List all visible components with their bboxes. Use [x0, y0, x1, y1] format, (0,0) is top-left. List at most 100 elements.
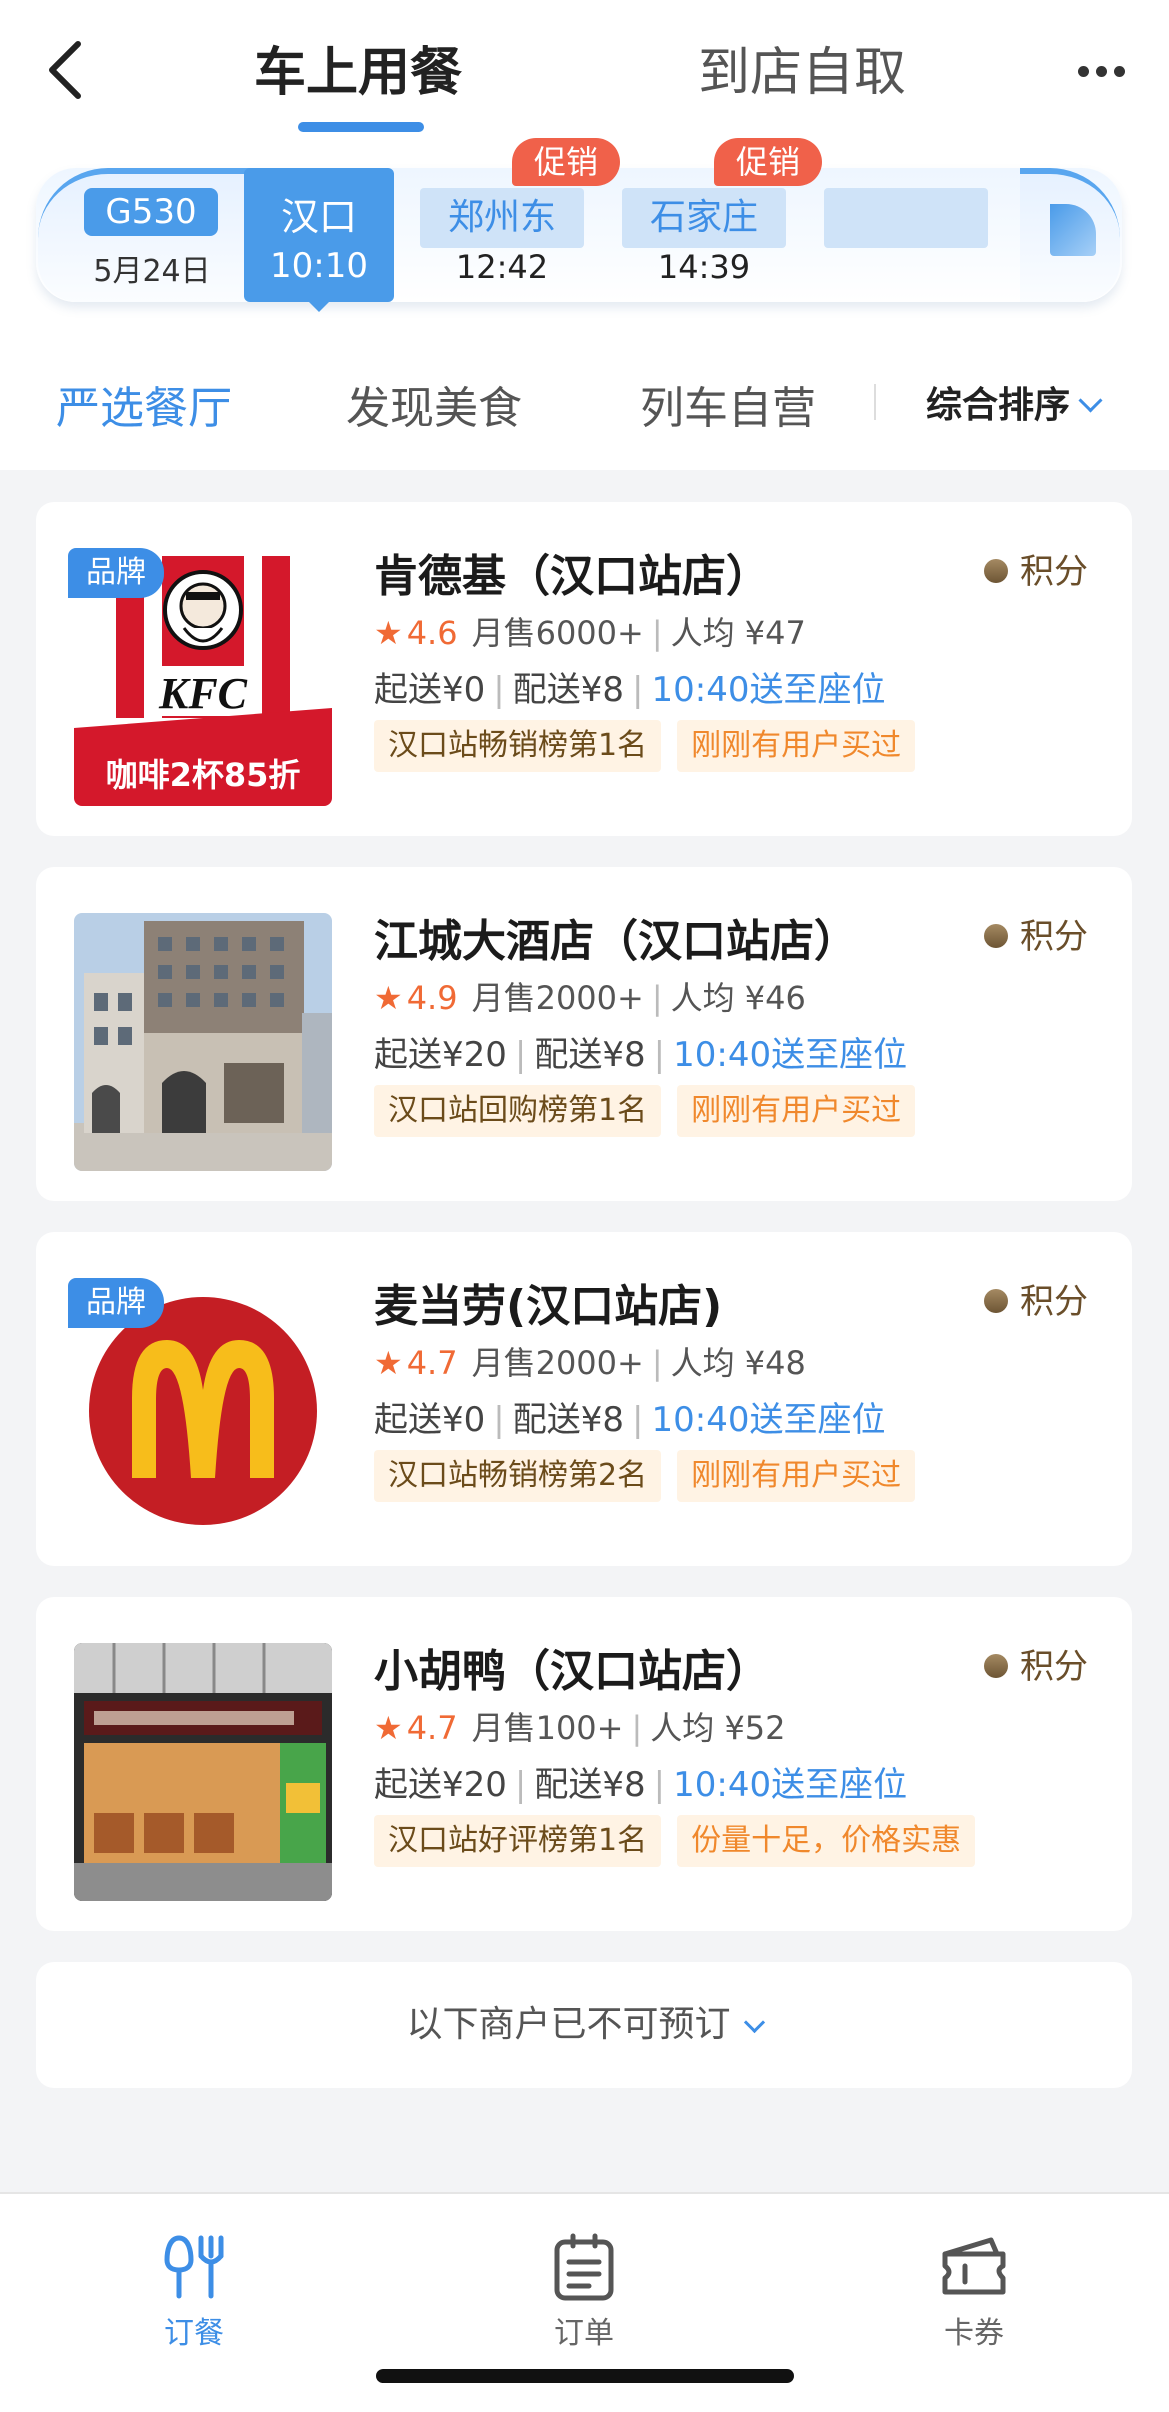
coin-icon [984, 1653, 1008, 1678]
delivery-info: 起送¥20 | 配送¥8 | 10:40送至座位 [374, 1757, 907, 1806]
sort-dropdown[interactable]: 综合排序 [926, 376, 1103, 428]
station-hankou[interactable]: 汉口 10:10 [244, 168, 394, 312]
selected-station-pointer [307, 300, 331, 312]
avg-price: 人均 ¥46 [670, 979, 806, 1017]
points-label: 积分 [1020, 1647, 1088, 1687]
star-icon: ★ [374, 979, 403, 1017]
nav-order-food[interactable]: 订餐 [124, 2232, 264, 2352]
back-arrow-icon[interactable] [42, 38, 98, 102]
chip-row: 汉口站好评榜第1名 份量十足，价格实惠 [374, 1815, 991, 1867]
monthly-sales: 月售6000+ [471, 614, 644, 652]
hint-chip: 刚刚有用户买过 [677, 720, 916, 772]
clipboard-icon [554, 2233, 614, 2301]
train-number: G530 [84, 188, 218, 236]
points-label: 积分 [1020, 552, 1088, 592]
restaurant-card-jiangcheng[interactable]: 江城大酒店（汉口站店） 积分 ★ 4.9 月售2000+ | 人均 ¥46 起送¥20 |… [36, 867, 1132, 1201]
separator: | [514, 1765, 527, 1805]
station-time: 12:42 [455, 248, 549, 286]
coin-icon [984, 923, 1008, 948]
station-name: 石家庄 [649, 197, 758, 238]
star-icon: ★ [374, 1709, 403, 1747]
points-badge: 积分 [984, 1639, 1088, 1688]
chip-row: 汉口站畅销榜第1名 刚刚有用户买过 [374, 720, 931, 772]
tab-store-pickup[interactable]: 到店自取 [698, 30, 906, 105]
restaurant-stats: ★ 4.9 月售2000+ | 人均 ¥46 [374, 973, 806, 1019]
chevron-down-icon [1078, 388, 1103, 413]
delivery-time: 10:40送至座位 [673, 1035, 908, 1075]
filter-train-self-operated[interactable]: 列车自营 [640, 372, 816, 436]
promo-badge: 促销 [714, 138, 822, 186]
hint-chip: 刚刚有用户买过 [677, 1450, 916, 1502]
separator: | [653, 1035, 666, 1075]
sort-label: 综合排序 [926, 385, 1071, 426]
points-badge: 积分 [984, 1274, 1088, 1323]
unavailable-merchants-toggle[interactable]: 以下商户已不可预订 [36, 1962, 1132, 2088]
restaurant-name: 江城大酒店（汉口站店） [374, 916, 858, 967]
nav-orders[interactable]: 订单 [514, 2232, 654, 2352]
delivery-time: 10:40送至座位 [651, 670, 886, 710]
delivery-time: 10:40送至座位 [651, 1400, 886, 1440]
promo-badge: 促销 [512, 138, 620, 186]
train-window-icon [1050, 204, 1096, 256]
station-name-box: 石家庄 [622, 188, 786, 248]
points-badge: 积分 [984, 544, 1088, 593]
min-order: 起送¥20 [374, 1765, 507, 1805]
delivery-info: 起送¥0 | 配送¥8 | 10:40送至座位 [374, 662, 885, 711]
chip-row: 汉口站畅销榜第2名 刚刚有用户买过 [374, 1450, 931, 1502]
avg-price: 人均 ¥48 [670, 1344, 806, 1382]
delivery-fee: 配送¥8 [512, 1400, 624, 1440]
station-name: 汉口 [280, 195, 357, 239]
ticket-icon [942, 2237, 1006, 2295]
star-icon: ★ [374, 1344, 403, 1382]
bottom-navigation: 订餐 订单 卡券 [0, 2192, 1169, 2412]
monthly-sales: 月售2000+ [471, 979, 644, 1017]
separator: | [514, 1035, 527, 1075]
tab-dine-on-train[interactable]: 车上用餐 [254, 30, 462, 105]
logo-text: KFC [158, 669, 248, 718]
delivery-fee: 配送¥8 [534, 1765, 646, 1805]
station-placeholder[interactable] [824, 188, 988, 248]
filter-divider [874, 384, 876, 420]
restaurant-card-mcdonalds[interactable]: 品牌 麦当劳(汉口站店) 积分 ★ 4.7 月售2000+ | 人均 ¥48 起送¥0 |… [36, 1232, 1132, 1566]
rating: 4.7 [406, 1709, 458, 1747]
promo-banner: 咖啡2杯85折 [106, 756, 301, 794]
brand-tag: 品牌 [68, 548, 164, 598]
coin-icon [984, 1288, 1008, 1313]
ranking-chip: 汉口站好评榜第1名 [374, 1815, 662, 1867]
hint-chip: 刚刚有用户买过 [677, 1085, 916, 1137]
separator: | [631, 1709, 643, 1747]
ranking-chip: 汉口站回购榜第1名 [374, 1085, 662, 1137]
monthly-sales: 月售100+ [471, 1709, 624, 1747]
hotel-building-image [74, 913, 332, 1171]
filter-selected-restaurants[interactable]: 严选餐厅 [56, 372, 232, 436]
ranking-chip: 汉口站畅销榜第1名 [374, 720, 662, 772]
separator: | [651, 614, 663, 652]
restaurant-stats: ★ 4.7 月售100+ | 人均 ¥52 [374, 1703, 786, 1749]
min-order: 起送¥20 [374, 1035, 507, 1075]
nav-label: 订餐 [164, 2316, 224, 2351]
delivery-time: 10:40送至座位 [673, 1765, 908, 1805]
coin-icon [984, 558, 1008, 583]
separator: | [651, 979, 663, 1017]
restaurant-card-kfc[interactable]: KFC 咖啡2杯85折 品牌 肯德基（汉口站店） 积分 ★ 4.6 月售6000+ |… [36, 502, 1132, 836]
unavailable-merchants-label: 以下商户已不可预订 [406, 2004, 731, 2045]
top-bar: 车上用餐 到店自取 G530 5月24日 汉口 10:10 郑州东 12:42 … [0, 0, 1169, 470]
chip-row: 汉口站回购榜第1名 刚刚有用户买过 [374, 1085, 931, 1137]
min-order: 起送¥0 [374, 1400, 486, 1440]
home-indicator[interactable] [376, 2369, 794, 2383]
delivery-info: 起送¥0 | 配送¥8 | 10:40送至座位 [374, 1392, 885, 1441]
separator: | [632, 1400, 644, 1440]
restaurant-card-xiaohuya[interactable]: 小胡鸭（汉口站店） 积分 ★ 4.7 月售100+ | 人均 ¥52 起送¥20 | 配送¥… [36, 1597, 1132, 1931]
rating: 4.6 [406, 614, 458, 652]
rating: 4.7 [406, 1344, 458, 1382]
nav-coupons[interactable]: 卡券 [904, 2232, 1044, 2352]
separator: | [632, 670, 644, 710]
train-station-selector: G530 5月24日 汉口 10:10 郑州东 12:42 促销 石家庄 14:… [36, 138, 1122, 312]
more-options-icon[interactable] [1078, 62, 1136, 77]
star-icon: ★ [374, 614, 403, 652]
restaurant-stats: ★ 4.7 月售2000+ | 人均 ¥48 [374, 1338, 806, 1384]
filter-discover-food[interactable]: 发现美食 [346, 372, 522, 436]
station-name: 郑州东 [447, 197, 556, 238]
points-label: 积分 [1020, 1282, 1088, 1322]
delivery-info: 起送¥20 | 配送¥8 | 10:40送至座位 [374, 1027, 907, 1076]
